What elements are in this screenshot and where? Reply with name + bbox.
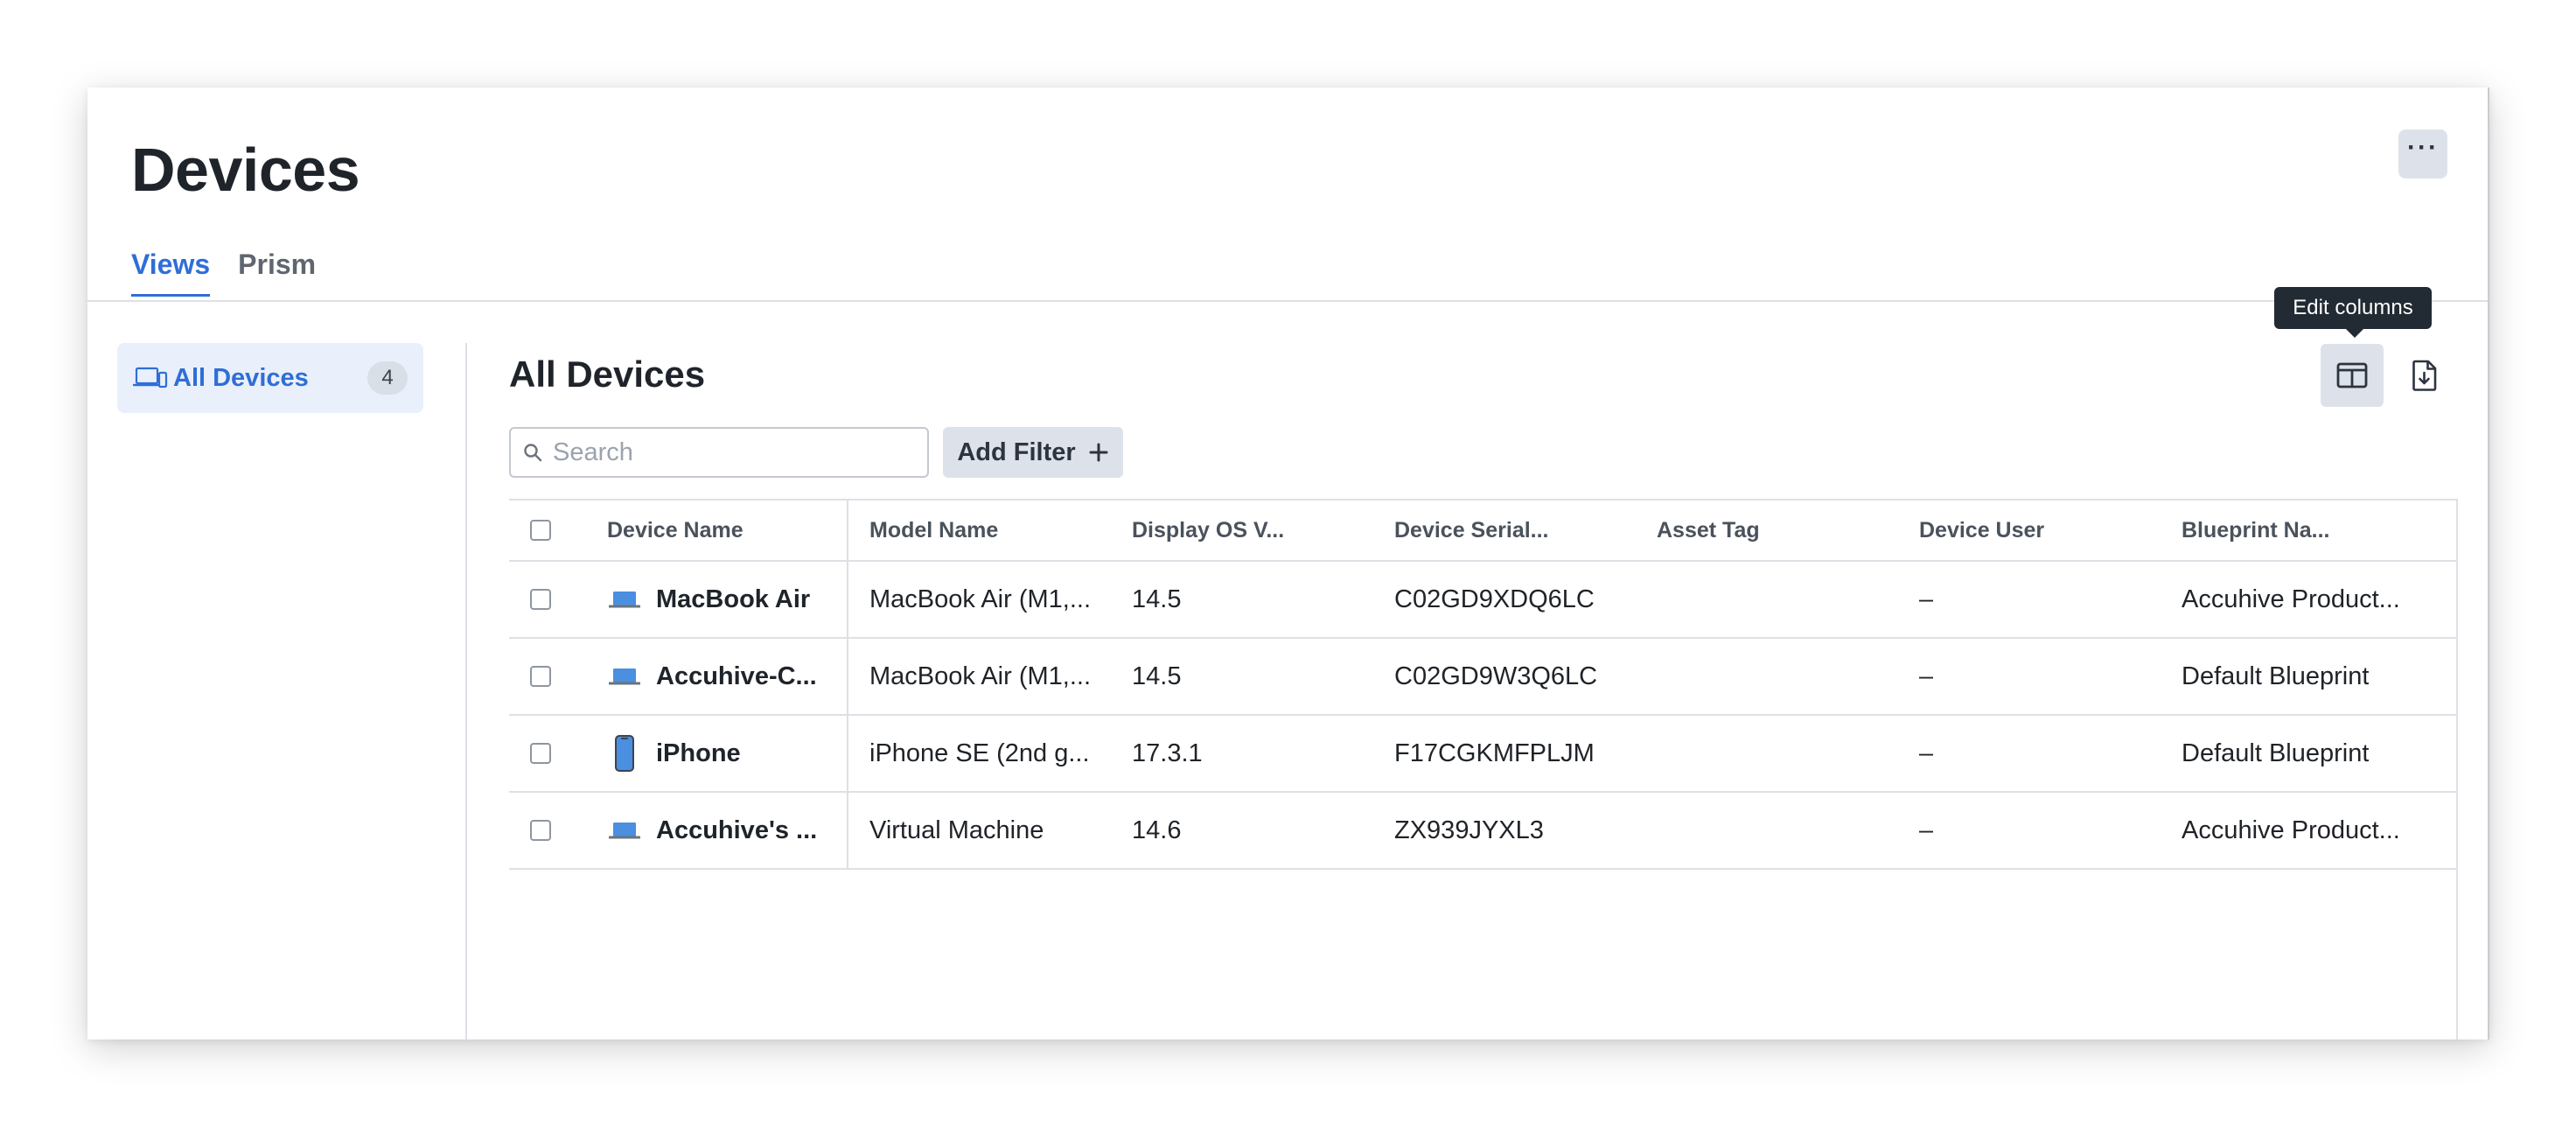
phone-icon	[607, 735, 642, 772]
table-row[interactable]: Accuhive-C... MacBook Air (M1,... 14.5 C…	[509, 639, 2456, 716]
tab-prism[interactable]: Prism	[238, 248, 316, 297]
page-tabs: Views Prism	[131, 248, 316, 297]
row-checkbox[interactable]	[530, 743, 551, 764]
view-title: All Devices	[509, 354, 706, 395]
columns-icon	[2336, 362, 2368, 388]
column-header-device-name[interactable]: Device Name	[607, 500, 743, 560]
device-user-cell: –	[1919, 738, 1934, 767]
file-download-icon	[2412, 360, 2437, 391]
sidebar-item-count-badge: 4	[367, 361, 408, 395]
device-name: iPhone	[656, 738, 741, 767]
os-version-cell: 14.6	[1132, 816, 1182, 844]
serial-cell: ZX939JYXL3	[1394, 816, 1544, 844]
device-user-cell: –	[1919, 584, 1934, 613]
device-name: MacBook Air	[656, 584, 811, 613]
table-row[interactable]: iPhone iPhone SE (2nd g... 17.3.1 F17CGK…	[509, 716, 2456, 793]
os-version-cell: 17.3.1	[1132, 738, 1203, 767]
column-header-asset-tag[interactable]: Asset Tag	[1657, 500, 1760, 560]
frozen-column-divider	[847, 500, 848, 560]
more-options-button[interactable]: ···	[2398, 130, 2447, 178]
search-input[interactable]	[553, 438, 903, 467]
blueprint-cell: Accuhive Product...	[2182, 816, 2400, 844]
device-name: Accuhive-C...	[656, 662, 817, 690]
tab-views[interactable]: Views	[131, 248, 211, 297]
devices-window: Devices ··· Views Prism All Devices 4 Al…	[87, 88, 2489, 1040]
os-version-cell: 14.5	[1132, 584, 1182, 613]
row-checkbox[interactable]	[530, 666, 551, 687]
laptop-icon	[607, 659, 642, 694]
serial-cell: C02GD9XDQ6LC	[1394, 584, 1595, 613]
column-header-display-os-version[interactable]: Display OS V...	[1132, 500, 1284, 560]
column-header-model-name[interactable]: Model Name	[869, 500, 998, 560]
sidebar-item-all-devices[interactable]: All Devices 4	[117, 343, 423, 413]
page-title: Devices	[131, 136, 360, 204]
device-name: Accuhive's ...	[656, 816, 818, 844]
table-row[interactable]: Accuhive's ... Virtual Machine 14.6 ZX93…	[509, 793, 2456, 870]
tabs-divider	[87, 300, 2488, 302]
os-version-cell: 14.5	[1132, 662, 1182, 690]
search-field[interactable]	[509, 427, 929, 478]
serial-cell: F17CGKMFPLJM	[1394, 738, 1595, 767]
laptop-icon	[607, 813, 642, 848]
model-name-cell: iPhone SE (2nd g...	[869, 738, 1090, 767]
blueprint-cell: Default Blueprint	[2182, 738, 2370, 767]
table-header-row: Device Name Model Name Display OS V... D…	[509, 500, 2456, 562]
table-row[interactable]: MacBook Air MacBook Air (M1,... 14.5 C02…	[509, 562, 2456, 639]
model-name-cell: MacBook Air (M1,...	[869, 584, 1092, 613]
laptop-icon	[607, 582, 642, 617]
row-checkbox[interactable]	[530, 589, 551, 610]
table-scroll-edge	[2456, 499, 2458, 1040]
model-name-cell: MacBook Air (M1,...	[869, 662, 1092, 690]
add-filter-button[interactable]: Add Filter	[943, 427, 1123, 478]
column-header-device-serial[interactable]: Device Serial...	[1394, 500, 1549, 560]
blueprint-cell: Accuhive Product...	[2182, 584, 2400, 613]
serial-cell: C02GD9W3Q6LC	[1394, 662, 1598, 690]
sidebar-item-label: All Devices	[173, 363, 309, 392]
laptop-phone-icon	[133, 367, 168, 388]
plus-icon	[1089, 443, 1108, 462]
edit-columns-tooltip: Edit columns	[2274, 287, 2432, 338]
device-user-cell: –	[1919, 816, 1934, 844]
devices-table: Device Name Model Name Display OS V... D…	[509, 499, 2456, 870]
search-icon	[524, 444, 542, 462]
column-header-device-user[interactable]: Device User	[1919, 500, 2044, 560]
export-button[interactable]	[2393, 344, 2456, 407]
add-filter-label: Add Filter	[957, 438, 1076, 466]
device-user-cell: –	[1919, 662, 1934, 690]
blueprint-cell: Default Blueprint	[2182, 662, 2370, 690]
row-checkbox[interactable]	[530, 820, 551, 841]
column-header-blueprint-name[interactable]: Blueprint Na...	[2182, 500, 2329, 560]
sidebar-divider	[465, 343, 467, 1040]
ellipsis-icon: ···	[2407, 133, 2439, 162]
select-all-checkbox[interactable]	[530, 520, 551, 541]
edit-columns-button[interactable]	[2321, 344, 2384, 407]
model-name-cell: Virtual Machine	[869, 816, 1044, 844]
